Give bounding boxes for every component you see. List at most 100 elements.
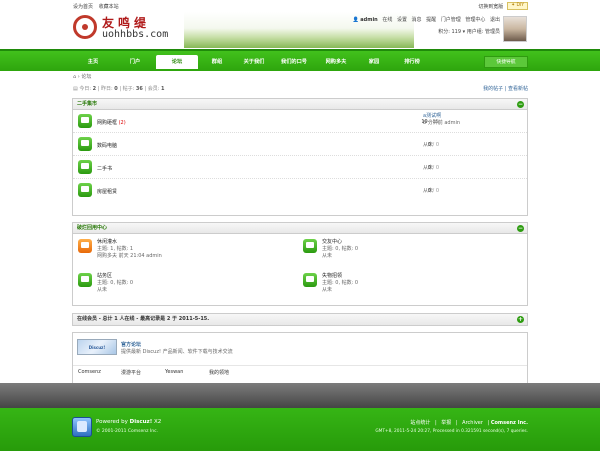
forum-icon[interactable] xyxy=(78,137,92,151)
text-link[interactable]: Comsenz xyxy=(78,369,101,375)
top-bar: 设为首页 收藏本站 切换到宽版 ✦ DIY xyxy=(73,2,528,11)
nav-item-about[interactable]: 关于我们 xyxy=(236,55,272,69)
forum-stats: ▤ 今日: 2 | 昨日: 0 | 帖子: 36 | 会员: 1 我的帖子 | … xyxy=(73,86,528,92)
last-post: 从未 xyxy=(423,188,434,194)
portal-admin-link[interactable]: 门户管理 xyxy=(441,17,461,23)
archiver-link[interactable]: Archiver xyxy=(462,420,483,426)
forum-name[interactable]: 房屋租赁 xyxy=(97,189,117,195)
text-link[interactable]: Yeswan xyxy=(165,369,183,375)
text-link[interactable]: 漫游平台 xyxy=(121,369,141,376)
messages-link[interactable]: 消息 xyxy=(412,17,422,23)
category-secondhand: 二手集市 − 网购砸框 (2) 19 / 35 a测试啊 8 分钟前 admin … xyxy=(72,98,528,216)
online-status[interactable]: 在线 xyxy=(382,17,392,23)
site-logo[interactable]: 友鸣缇 uohhbbs.com xyxy=(72,12,182,48)
breadcrumb: ⌂ › 论坛 xyxy=(73,73,528,82)
forum-cell: 失物招领 主题: 0, 帖数: 0 从未 xyxy=(298,270,523,304)
forum-icon[interactable] xyxy=(78,273,92,287)
discuz-logo[interactable]: Discuz! xyxy=(77,339,117,355)
chevron-down-icon[interactable]: ▾ xyxy=(463,29,466,35)
top-left-links: 设为首页 收藏本站 xyxy=(73,3,123,10)
forum-name[interactable]: 失物招领 xyxy=(322,273,358,280)
link-item: Discuz! 官方论坛 提供最新 Discuz! 产品新闻、软件下载与技术交流 xyxy=(73,333,527,366)
stat-members: 1 xyxy=(161,86,165,92)
collapse-icon[interactable]: − xyxy=(517,101,524,108)
points-link[interactable]: 积分: 119 xyxy=(438,29,461,35)
footer: Powered by Discuz! X2 © 2001-2011 Comsen… xyxy=(0,408,600,451)
category-header: 破烂回用中心 − xyxy=(73,223,527,234)
nav-item-forum[interactable]: 论坛 xyxy=(156,55,198,69)
last-post: 从未 xyxy=(423,165,434,171)
header: 友鸣缇 uohhbbs.com 👤 admin 在线 设置 消息 提醒 门户管理… xyxy=(72,12,528,48)
quick-nav-button[interactable]: 快捷导航 xyxy=(484,56,528,68)
forum-name[interactable]: 交友中心 xyxy=(322,239,358,246)
last-post: 从未 xyxy=(423,142,434,148)
text-link[interactable]: 我的领地 xyxy=(209,369,229,376)
site-stats-link[interactable]: 站点统计 xyxy=(410,420,430,426)
last-post: a测试啊 8 分钟前 admin xyxy=(423,113,461,126)
forum-row: 数码电脑 0 / 0 从未 xyxy=(73,133,527,156)
finder-icon xyxy=(72,417,92,437)
forum-name[interactable]: 二手书 xyxy=(97,166,112,172)
switch-width-link[interactable]: 切换到宽版 xyxy=(478,3,503,10)
forum-icon[interactable] xyxy=(78,160,92,174)
last-post[interactable]: 网购多夫 前天 21:04 admin xyxy=(97,253,162,260)
forum-icon[interactable] xyxy=(303,273,317,287)
link-name[interactable]: 官方论坛 xyxy=(121,341,141,348)
report-link[interactable]: 举报 xyxy=(441,420,451,426)
set-home-link[interactable]: 设为首页 xyxy=(73,4,93,10)
category-title[interactable]: 破烂回用中心 xyxy=(77,225,107,231)
friend-links: Discuz! 官方论坛 提供最新 Discuz! 产品新闻、软件下载与技术交流… xyxy=(72,332,528,384)
discuz-link[interactable]: Discuz! xyxy=(130,419,153,425)
user-group-link[interactable]: 用户组: 管理员 xyxy=(467,29,500,35)
settings-link[interactable]: 设置 xyxy=(397,17,407,23)
nav-item-slogan[interactable]: 我们的口号 xyxy=(272,55,316,69)
processing-info: GMT+8, 2011-5-24 20:27, Processed in 0.3… xyxy=(375,429,528,434)
home-icon[interactable]: ⌂ xyxy=(73,74,76,80)
comsenz-link[interactable]: Comsenz Inc. xyxy=(491,420,528,426)
text-links: Comsenz 漫游平台 Yeswan 我的领地 xyxy=(73,366,527,377)
forum-name[interactable]: 网购砸框 xyxy=(97,120,117,126)
today-posts-badge: (2) xyxy=(118,120,126,126)
avatar[interactable] xyxy=(503,16,527,42)
category-header: 二手集市 − xyxy=(73,99,527,110)
user-icon: 👤 xyxy=(352,17,359,23)
forum-row: 网购砸框 (2) 19 / 35 a测试啊 8 分钟前 admin xyxy=(73,110,527,133)
breadcrumb-current[interactable]: 论坛 xyxy=(81,74,91,80)
nav-item-ranking[interactable]: 排行榜 xyxy=(392,55,432,69)
forum-icon[interactable] xyxy=(78,183,92,197)
new-posts-link[interactable]: 查看新帖 xyxy=(508,86,528,92)
notices-link[interactable]: 提醒 xyxy=(426,17,436,23)
forum-icon[interactable] xyxy=(303,239,317,253)
logo-emblem-icon xyxy=(73,15,97,39)
username-link[interactable]: admin xyxy=(360,17,377,23)
category-title[interactable]: 二手集市 xyxy=(77,101,97,107)
forum-name[interactable]: 站务区 xyxy=(97,273,133,280)
online-title: 在线会员 - 总计 1 人在线 - 最高记录是 2 于 2011-5-15. xyxy=(77,316,210,322)
nav-item-portal[interactable]: 门户 xyxy=(114,55,156,69)
stats-chart-icon: ▤ xyxy=(73,86,78,92)
logout-link[interactable]: 退出 xyxy=(490,17,500,23)
admin-center-link[interactable]: 管理中心 xyxy=(465,17,485,23)
forum-icon[interactable] xyxy=(78,114,92,128)
diy-button[interactable]: ✦ DIY xyxy=(507,2,528,10)
my-posts-link[interactable]: 我的帖子 xyxy=(483,86,503,92)
forum-name[interactable]: 休闲灌水 xyxy=(97,239,162,246)
online-members: 在线会员 - 总计 1 人在线 - 最高记录是 2 于 2011-5-15. + xyxy=(72,313,528,326)
expand-icon[interactable]: + xyxy=(517,316,524,323)
powered-by: Powered by Discuz! X2 xyxy=(96,419,162,425)
nav-item-group[interactable]: 群组 xyxy=(198,55,236,69)
nav-item-home-space[interactable]: 家园 xyxy=(356,55,392,69)
forum-row: 二手书 0 / 0 从未 xyxy=(73,156,527,179)
bookmark-link[interactable]: 收藏本站 xyxy=(99,4,119,10)
stat-posts: 36 xyxy=(135,86,143,92)
nav-item-home[interactable]: 主页 xyxy=(72,55,114,69)
forum-cell: 交友中心 主题: 0, 帖数: 0 从未 xyxy=(298,236,523,270)
forum-icon[interactable] xyxy=(78,239,92,253)
top-right-links: 切换到宽版 ✦ DIY xyxy=(478,2,528,10)
forum-row: 房屋租赁 0 / 0 从未 xyxy=(73,179,527,202)
nav-item-shopping[interactable]: 网购多夫 xyxy=(316,55,356,69)
link-desc: 提供最新 Discuz! 产品新闻、软件下载与技术交流 xyxy=(121,349,233,355)
copyright: © 2001-2011 Comsenz Inc. xyxy=(96,429,159,434)
collapse-icon[interactable]: − xyxy=(517,225,524,232)
forum-name[interactable]: 数码电脑 xyxy=(97,143,117,149)
